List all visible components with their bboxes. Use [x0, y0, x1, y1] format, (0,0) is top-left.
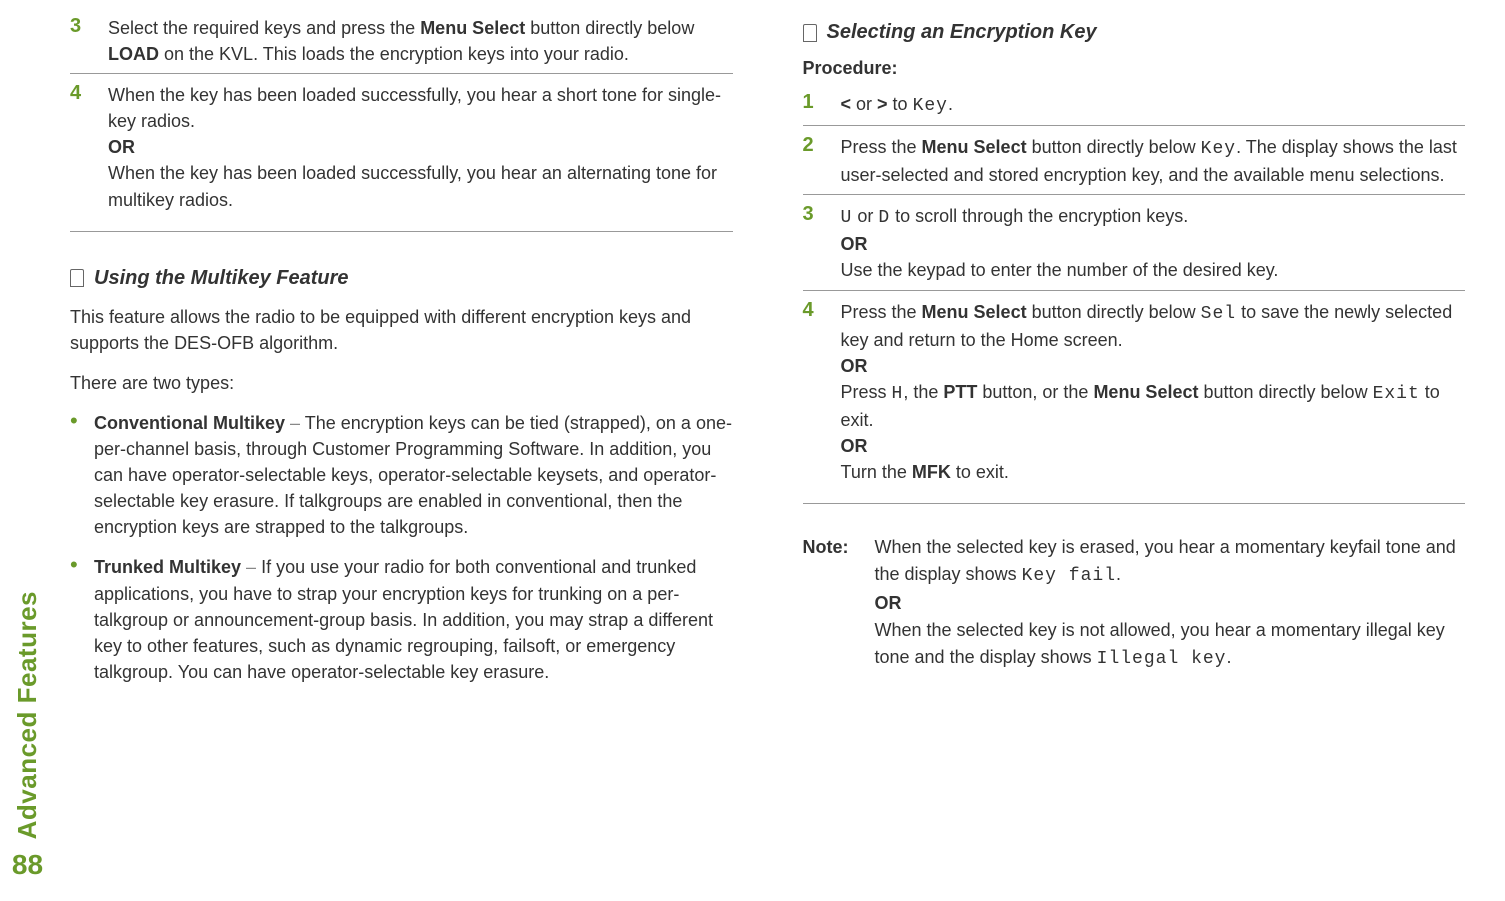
text: Press the	[841, 137, 922, 157]
display-label: Exit	[1373, 384, 1420, 404]
bullet-body: Trunked Multikey – If you use your radio…	[94, 554, 733, 684]
text: or	[851, 94, 877, 114]
divider	[70, 231, 733, 232]
step-body: Press the Menu Select button directly be…	[841, 299, 1466, 486]
text: .	[1226, 647, 1231, 667]
right-column: Selecting an Encryption Key Procedure: 1…	[803, 15, 1466, 886]
procedure-step: 3 U or D to scroll through the encryptio…	[803, 203, 1466, 290]
page-icon	[70, 269, 84, 287]
ui-label: MFK	[912, 462, 951, 482]
step-body: U or D to scroll through the encryption …	[841, 203, 1466, 283]
or-separator: OR	[841, 353, 1466, 379]
ui-label: Menu Select	[420, 18, 525, 38]
ui-label: LOAD	[108, 44, 159, 64]
paragraph: This feature allows the radio to be equi…	[70, 304, 733, 356]
section-heading: Selecting an Encryption Key	[803, 15, 1466, 44]
left-column: 3 Select the required keys and press the…	[70, 15, 733, 886]
display-label: Key	[1201, 139, 1236, 159]
text: button directly below	[1027, 302, 1201, 322]
key-symbol: D	[878, 208, 890, 228]
text: button, or the	[977, 382, 1093, 402]
text: When the selected key is erased, you hea…	[875, 537, 1456, 584]
procedure-step: 2 Press the Menu Select button directly …	[803, 134, 1466, 195]
dash: –	[285, 413, 305, 433]
display-label: Key	[913, 96, 948, 116]
bullet-body: Conventional Multikey – The encryption k…	[94, 410, 733, 540]
bullet-lead: Conventional Multikey	[94, 413, 285, 433]
section-heading: Using the Multikey Feature	[70, 267, 733, 290]
bullet-lead: Trunked Multikey	[94, 557, 241, 577]
step-body: < or > to Key.	[841, 91, 1466, 119]
text: on the KVL. This loads the encryption ke…	[159, 44, 629, 64]
ui-label: Menu Select	[922, 137, 1027, 157]
bullet-dot: •	[70, 410, 84, 540]
sidebar-section-label: Advanced Features	[12, 591, 43, 839]
procedure-step: 1 < or > to Key.	[803, 91, 1466, 126]
procedure-step: 4 When the key has been loaded successfu…	[70, 82, 733, 218]
step-body: When the key has been loaded successfull…	[108, 82, 733, 212]
heading-text: Selecting an Encryption Key	[827, 21, 1097, 44]
sidebar: Advanced Features 88	[0, 0, 55, 901]
bullet-dot: •	[70, 554, 84, 684]
text: Press the	[841, 302, 922, 322]
step-number: 4	[803, 299, 823, 486]
text: button directly below	[1027, 137, 1201, 157]
or-separator: OR	[841, 433, 1466, 459]
note-body: When the selected key is erased, you hea…	[875, 534, 1466, 673]
ui-label: Menu Select	[1093, 382, 1198, 402]
text: Turn the	[841, 462, 912, 482]
text: When the key has been loaded successfull…	[108, 160, 733, 212]
step-body: Select the required keys and press the M…	[108, 15, 733, 67]
display-label: Illegal key	[1097, 649, 1227, 669]
text: or	[852, 206, 878, 226]
text: to exit.	[951, 462, 1009, 482]
key-symbol: H	[892, 384, 904, 404]
step-number: 3	[70, 15, 90, 67]
text: , the	[903, 382, 943, 402]
step-number: 1	[803, 91, 823, 119]
text: to scroll through the encryption keys.	[890, 206, 1188, 226]
step-number: 4	[70, 82, 90, 212]
ui-label: PTT	[943, 382, 977, 402]
page-icon	[803, 24, 817, 42]
text: .	[948, 94, 953, 114]
bullet-item: • Conventional Multikey – The encryption…	[70, 410, 733, 540]
text: to	[888, 94, 913, 114]
text: button directly below	[525, 18, 694, 38]
text: .	[1116, 564, 1121, 584]
display-label: Sel	[1201, 304, 1236, 324]
or-separator: OR	[875, 590, 1466, 617]
text: Use the keypad to enter the number of th…	[841, 257, 1466, 283]
note-label: Note:	[803, 534, 861, 673]
note-block: Note: When the selected key is erased, y…	[803, 534, 1466, 673]
step-number: 3	[803, 203, 823, 283]
heading-text: Using the Multikey Feature	[94, 267, 349, 290]
or-separator: OR	[841, 231, 1466, 257]
step-number: 2	[803, 134, 823, 188]
text: button directly below	[1198, 382, 1372, 402]
display-label: Key fail	[1022, 566, 1116, 586]
nav-symbol: <	[841, 94, 852, 114]
page-columns: 3 Select the required keys and press the…	[70, 15, 1465, 886]
dash: –	[241, 557, 261, 577]
step-body: Press the Menu Select button directly be…	[841, 134, 1466, 188]
procedure-step: 4 Press the Menu Select button directly …	[803, 299, 1466, 492]
text: Select the required keys and press the	[108, 18, 420, 38]
bullet-item: • Trunked Multikey – If you use your rad…	[70, 554, 733, 684]
procedure-step: 3 Select the required keys and press the…	[70, 15, 733, 74]
text: When the key has been loaded successfull…	[108, 82, 733, 134]
page-number: 88	[12, 849, 43, 881]
procedure-label: Procedure:	[803, 58, 1466, 79]
text: Press	[841, 382, 892, 402]
ui-label: Menu Select	[922, 302, 1027, 322]
or-separator: OR	[108, 134, 733, 160]
nav-symbol: >	[877, 94, 888, 114]
paragraph: There are two types:	[70, 370, 733, 396]
divider	[803, 503, 1466, 504]
key-symbol: U	[841, 208, 853, 228]
